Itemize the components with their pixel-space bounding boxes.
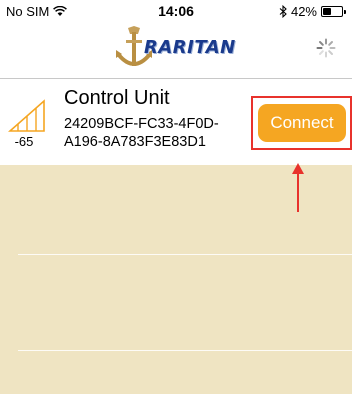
device-name: Control Unit — [64, 87, 170, 109]
raritan-logo: RARITAN — [114, 24, 254, 74]
logo-text: RARITAN — [144, 37, 236, 58]
list-separator — [18, 350, 352, 351]
annotation-arrow — [292, 163, 304, 212]
rssi-value: -65 — [14, 134, 34, 149]
status-bar: No SIM 14:06 42% — [0, 0, 352, 22]
status-right: 42% — [279, 4, 346, 19]
signal-strength-icon — [8, 99, 45, 132]
nav-bar: RARITAN — [0, 22, 352, 76]
battery-percent: 42% — [290, 4, 317, 19]
bluetooth-icon — [279, 5, 287, 18]
device-list-item[interactable]: -65 Control Unit 24209BCF-FC33-4F0D-A196… — [0, 79, 352, 165]
list-separator — [18, 254, 352, 255]
device-uuid: 24209BCF-FC33-4F0D-A196-8A783F3E83D1 — [64, 116, 219, 150]
connect-button[interactable]: Connect — [258, 104, 346, 142]
battery-icon — [321, 6, 346, 17]
loading-spinner-icon — [316, 38, 336, 58]
